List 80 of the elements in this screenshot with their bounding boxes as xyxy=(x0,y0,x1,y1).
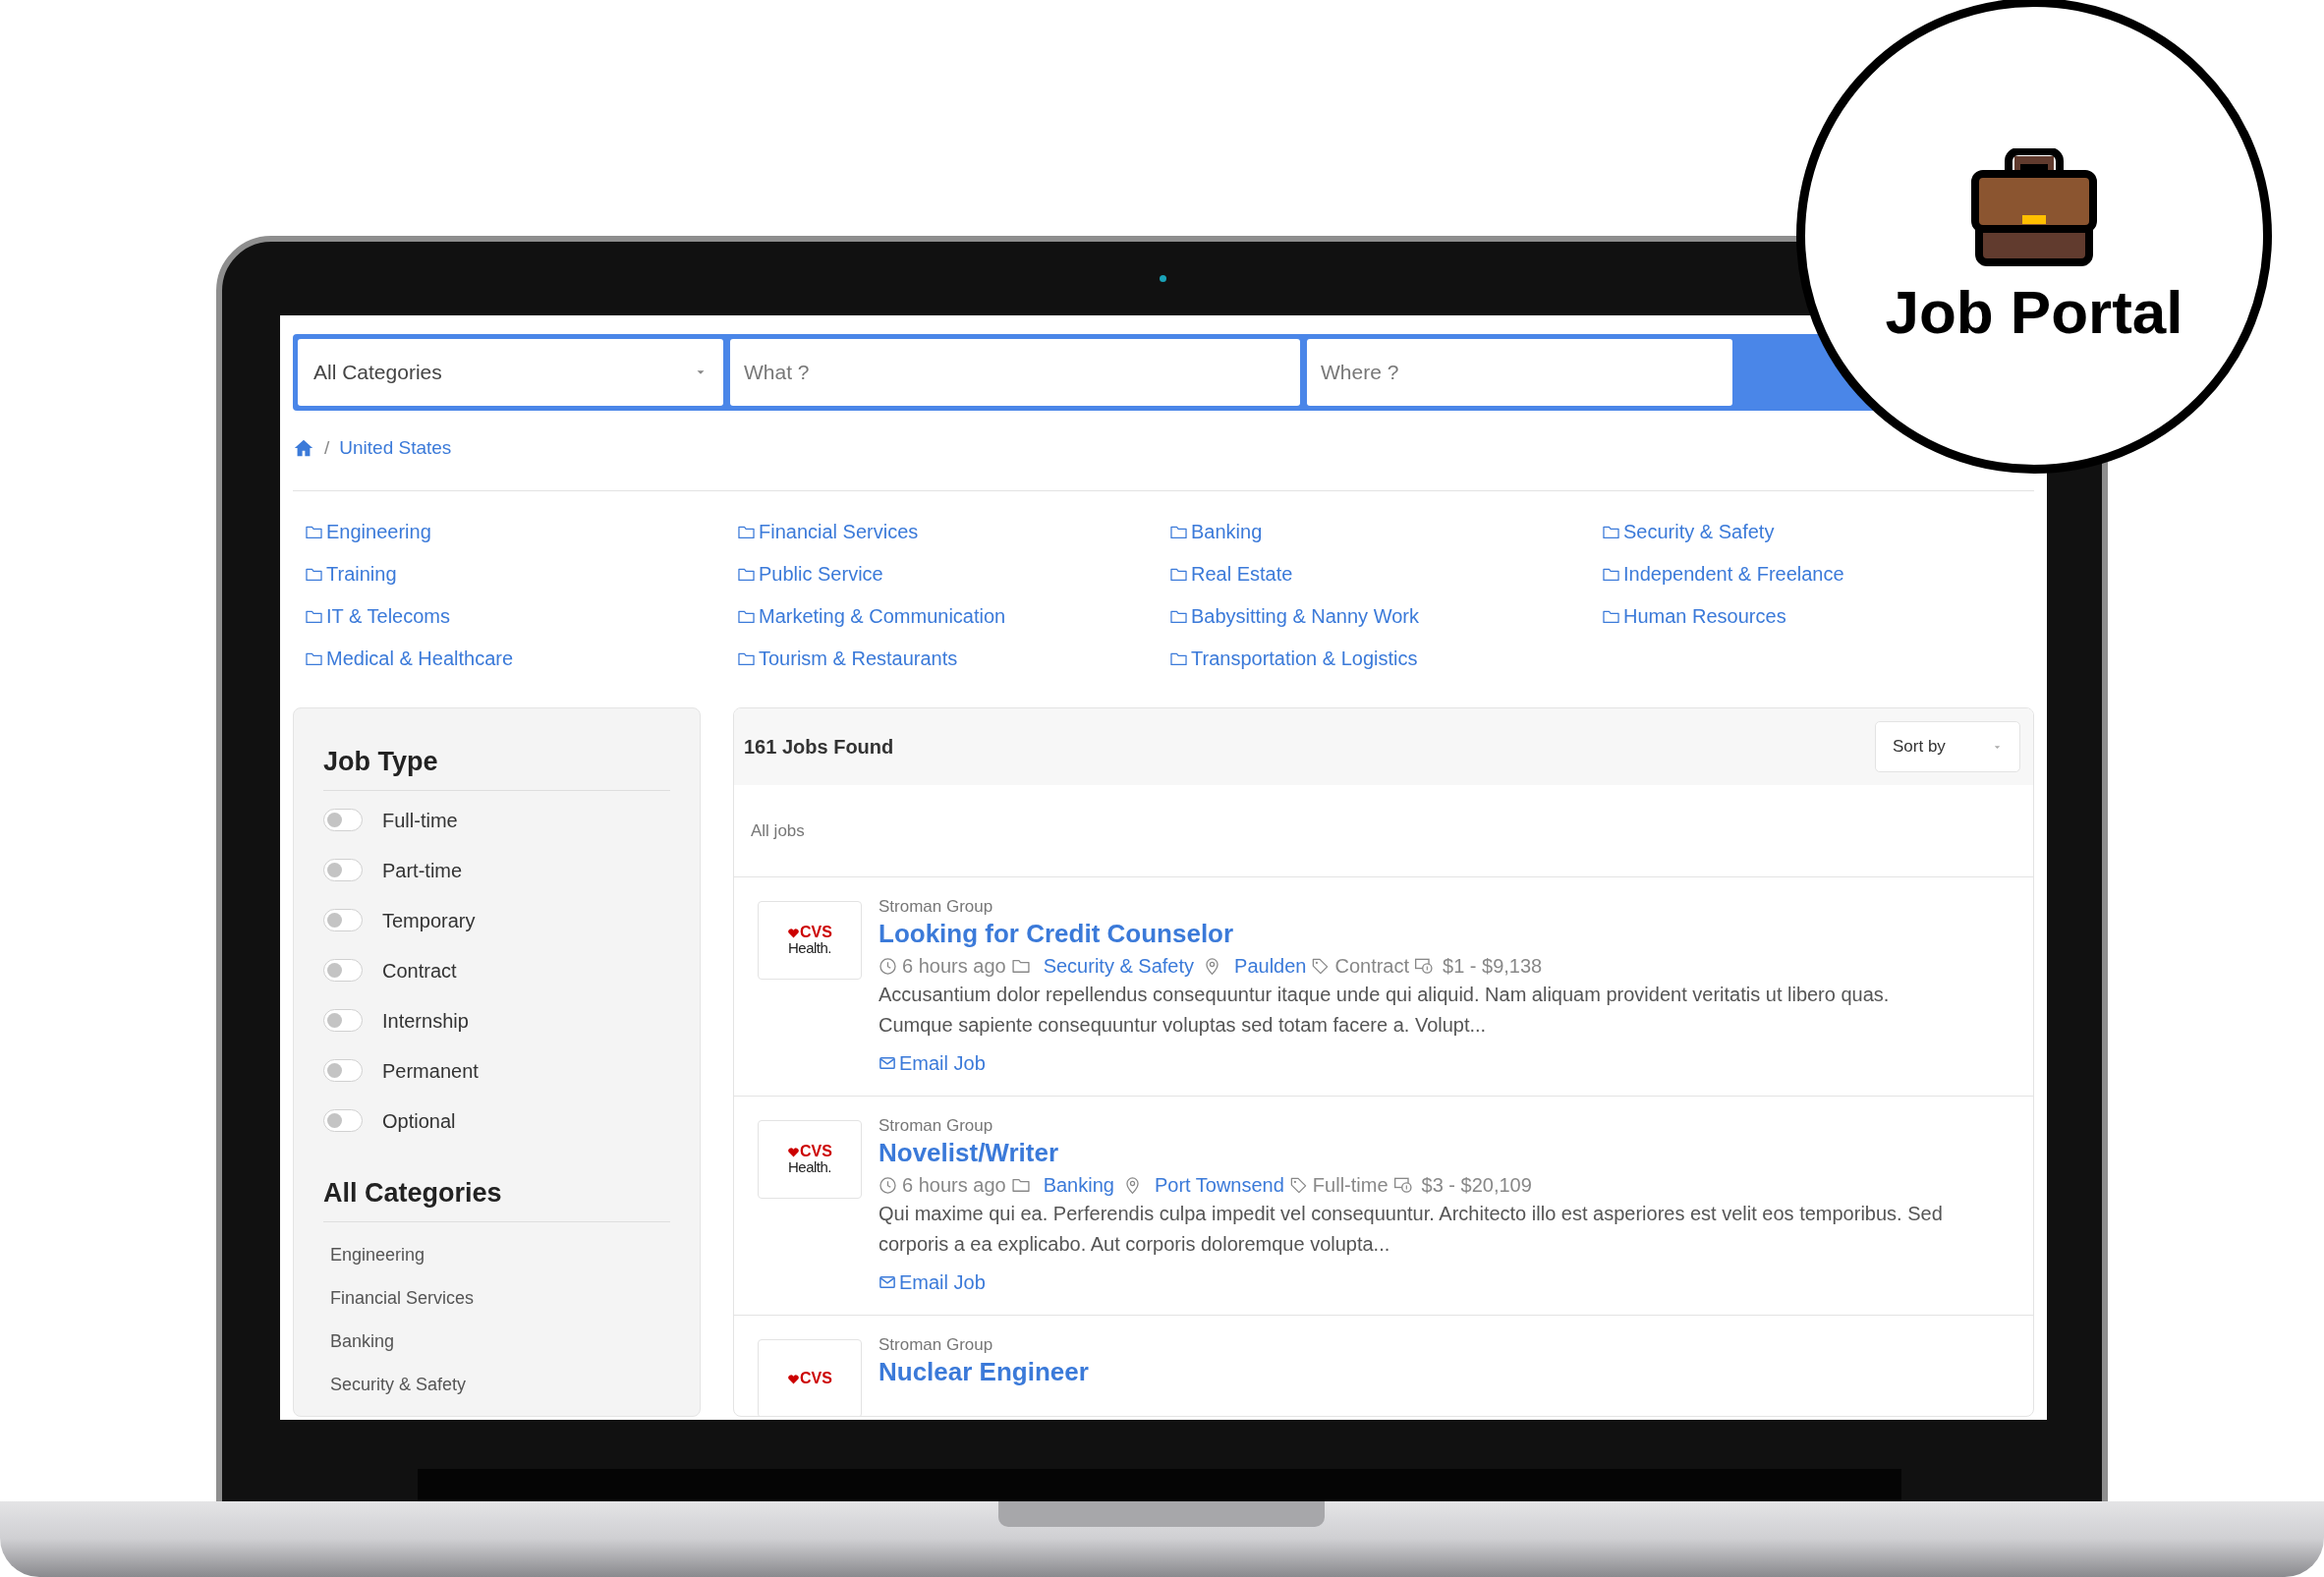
category-link[interactable]: Medical & Healthcare xyxy=(305,648,737,670)
job-type: Contract xyxy=(1334,954,1410,979)
company-name: Stroman Group xyxy=(879,1335,994,1355)
category-link[interactable]: Babysitting & Nanny Work xyxy=(1169,605,1602,628)
category-link[interactable]: Financial Services xyxy=(737,521,1169,543)
category-link[interactable]: Marketing & Communication xyxy=(737,605,1169,628)
category-link[interactable]: Transportation & Logistics xyxy=(1169,648,1602,670)
posted-time: 6 hours ago xyxy=(902,954,1006,979)
toggle-label: Permanent xyxy=(382,1058,479,1084)
email-job-link[interactable]: Email Job xyxy=(879,1267,1950,1297)
category-link[interactable]: Human Resources xyxy=(1602,605,2034,628)
toggle-switch[interactable] xyxy=(323,909,363,931)
toggle-switch[interactable] xyxy=(323,1059,363,1082)
job-title-link[interactable]: Looking for Credit Counselor xyxy=(879,917,1950,950)
email-job-link[interactable]: Email Job xyxy=(879,1048,1950,1078)
posted-time: 6 hours ago xyxy=(902,1173,1006,1198)
sidebar-category-link[interactable]: Engineering xyxy=(330,1244,670,1266)
job-title-link[interactable]: Nuclear Engineer xyxy=(879,1355,1089,1388)
logo-text: Health. xyxy=(788,1159,831,1175)
results-subtitle: All jobs xyxy=(751,819,805,842)
category-link[interactable]: Real Estate xyxy=(1169,563,1602,586)
category-link[interactable]: Independent & Freelance xyxy=(1602,563,2034,586)
sidebar-category-link[interactable]: Banking xyxy=(330,1330,670,1352)
results-count: 161 Jobs Found xyxy=(744,735,894,760)
job-type: Full-time xyxy=(1312,1173,1389,1198)
tag-icon xyxy=(1311,956,1331,976)
home-icon xyxy=(293,437,314,459)
job-salary: $1 - $9,138 xyxy=(1443,954,1543,979)
sidebar-category-link[interactable]: Security & Safety xyxy=(330,1374,670,1395)
breadcrumb-link[interactable]: United States xyxy=(339,433,452,463)
toggle-label: Optional xyxy=(382,1108,456,1134)
logo-text: Health. xyxy=(788,940,831,956)
category-link[interactable]: IT & Telecoms xyxy=(305,605,737,628)
job-title-link[interactable]: Novelist/Writer xyxy=(879,1136,1950,1169)
category-link[interactable]: Public Service xyxy=(737,563,1169,586)
toggle-label: Part-time xyxy=(382,858,463,883)
job-salary: $3 - $20,109 xyxy=(1421,1173,1532,1198)
toggle-switch[interactable] xyxy=(323,809,363,831)
sidebar-heading: Job Type xyxy=(323,746,439,777)
briefcase-icon xyxy=(1971,148,2097,268)
heart-icon xyxy=(787,1145,801,1158)
toggle-switch[interactable] xyxy=(323,1009,363,1032)
what-field[interactable]: What ? xyxy=(730,339,1300,406)
toggle-switch[interactable] xyxy=(323,959,363,982)
logo-text: CVS xyxy=(800,1144,832,1159)
job-category-link[interactable]: Security & Safety xyxy=(1043,952,1195,980)
toggle-label: Temporary xyxy=(382,908,476,933)
toggle-label: Internship xyxy=(382,1008,469,1034)
where-field[interactable]: Where ? xyxy=(1307,339,1732,406)
toggle-label: Contract xyxy=(382,958,457,984)
job-description: Qui maxime qui ea. Perferendis culpa impedit vel consequuntur. Architecto illo est asperiores est velit eos temporibus. Sed corporis a ea explicabo. Aut corporis doloremque volupta... xyxy=(879,1202,1944,1257)
heart-icon xyxy=(787,926,801,939)
clock-icon xyxy=(879,956,897,976)
tag-icon xyxy=(1288,1175,1308,1195)
toggle-switch[interactable] xyxy=(323,859,363,881)
sidebar-category-link[interactable]: Financial Services xyxy=(330,1287,670,1309)
company-name: Stroman Group xyxy=(879,1116,994,1136)
heart-icon xyxy=(787,1372,801,1385)
breadcrumb-separator: / xyxy=(324,435,330,460)
job-location-link[interactable]: Port Townsend xyxy=(1154,1171,1284,1199)
sort-select[interactable]: Sort by xyxy=(1875,721,2020,772)
job-description: Accusantium dolor repellendus consequuntur itaque unde qui aliquid. Nam aliquam provident veritatis ut libero quas. Cumque sapiente consequuntur voluptas sed totam facere a. Volupt... xyxy=(879,983,1891,1038)
category-link[interactable]: Engineering xyxy=(305,521,737,543)
category-link[interactable]: Security & Safety xyxy=(1602,521,2034,543)
category-link[interactable]: Banking xyxy=(1169,521,1602,543)
toggle-switch[interactable] xyxy=(323,1109,363,1132)
clock-icon xyxy=(879,1175,897,1195)
job-category-link[interactable]: Banking xyxy=(1043,1171,1114,1199)
toggle-label: Full-time xyxy=(382,808,458,833)
badge-title: Job Portal xyxy=(1885,282,2183,343)
job-location-link[interactable]: Paulden xyxy=(1234,952,1307,980)
mail-icon xyxy=(879,1273,896,1291)
category-link[interactable]: Training xyxy=(305,563,737,586)
logo-text: CVS xyxy=(800,1371,832,1386)
company-name: Stroman Group xyxy=(879,897,994,917)
mail-icon xyxy=(879,1054,896,1072)
logo-text: CVS xyxy=(800,925,832,940)
category-select[interactable]: All Categories xyxy=(298,339,723,406)
sidebar-heading: All Categories xyxy=(323,1177,503,1209)
category-link[interactable]: Tourism & Restaurants xyxy=(737,648,1169,670)
